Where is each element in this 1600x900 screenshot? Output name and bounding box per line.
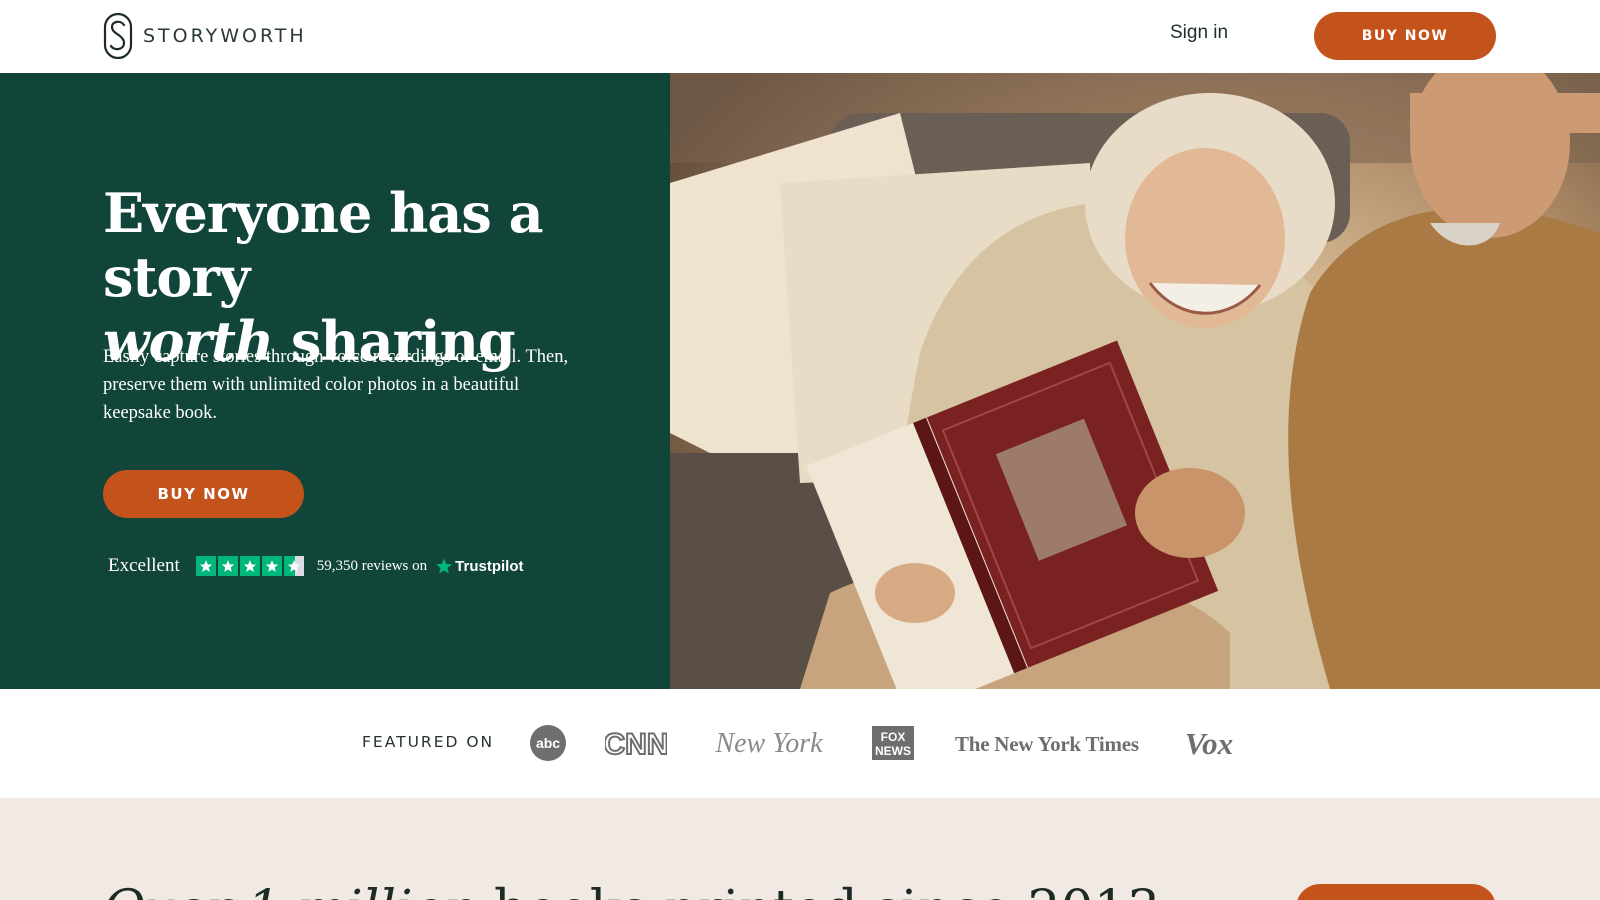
vox-logo-icon: Vox — [1185, 726, 1233, 760]
abc-logo-icon: abc — [530, 725, 566, 761]
trustpilot-logo: Trustpilot — [435, 557, 523, 575]
cnn-logo-icon: CNN — [605, 727, 667, 760]
svg-text:abc: abc — [536, 735, 560, 751]
half-star-icon — [283, 556, 304, 576]
hero-buy-now-button[interactable]: BUY NOW — [103, 470, 304, 518]
trustpilot-brand: Trustpilot — [455, 557, 524, 575]
svg-text:The New York Times: The New York Times — [955, 732, 1139, 756]
storyworth-logo[interactable]: STORYWORTH — [103, 13, 307, 59]
hero-title-line1: Everyone has a story — [103, 181, 544, 309]
vox-logo: Vox — [1180, 713, 1238, 773]
svg-text:NEWS: NEWS — [875, 744, 911, 758]
nytimes-logo-icon: The New York Times — [955, 732, 1139, 756]
site-header: STORYWORTH Sign in BUY NOW — [0, 0, 1600, 73]
new-york-magazine-logo: New York — [706, 713, 832, 773]
star-icon — [261, 556, 282, 576]
new-york-logo-icon: New York — [714, 728, 823, 759]
books-printed-rest: books printed since 2013 — [477, 880, 1160, 900]
star-icon — [217, 556, 238, 576]
hero-description: Easily capture stories through voice rec… — [103, 347, 569, 423]
abc-logo: abc — [530, 713, 566, 773]
trust-review-count: 59,350 reviews on — [316, 557, 428, 574]
header-buy-now-button[interactable]: BUY NOW — [1314, 12, 1496, 60]
books-printed-heading: Over 1 million books printed since 2013 — [103, 880, 1160, 900]
svg-text:Vox: Vox — [1185, 726, 1233, 760]
books-printed-section: Over 1 million books printed since 2013 — [0, 798, 1600, 900]
trustpilot-star-icon — [436, 558, 453, 574]
cnn-logo: CNN — [605, 713, 667, 773]
trust-stars — [195, 556, 304, 576]
featured-on-label: FEATURED ON — [362, 733, 495, 751]
trust-rating-word: Excellent — [108, 555, 180, 576]
fox-news-logo: FOX NEWS — [872, 713, 914, 773]
svg-text:FOX: FOX — [881, 730, 906, 744]
hero-panel: Everyone has a story worth sharing Easil… — [0, 73, 670, 689]
trustpilot-widget[interactable]: Excellent 59,350 reviews on Trustpilot — [108, 553, 523, 579]
bottom-buy-now-button[interactable] — [1296, 884, 1496, 900]
svg-text:New York: New York — [714, 728, 823, 759]
star-icon — [195, 556, 216, 576]
books-printed-italic: Over 1 million — [103, 880, 477, 900]
sign-in-link[interactable]: Sign in — [1170, 22, 1228, 44]
logo-wordmark: STORYWORTH — [143, 25, 307, 47]
storyworth-s-icon — [103, 13, 133, 59]
svg-text:CNN: CNN — [605, 728, 667, 760]
fox-news-logo-icon: FOX NEWS — [872, 726, 914, 760]
hero-photo-couple-reading — [670, 73, 1600, 689]
star-icon — [239, 556, 260, 576]
nytimes-logo: The New York Times — [954, 713, 1140, 773]
hero-photo-illustration — [670, 73, 1600, 689]
featured-on-bar: FEATURED ON abc CNN New York FOX NEWS Th… — [0, 689, 1600, 798]
